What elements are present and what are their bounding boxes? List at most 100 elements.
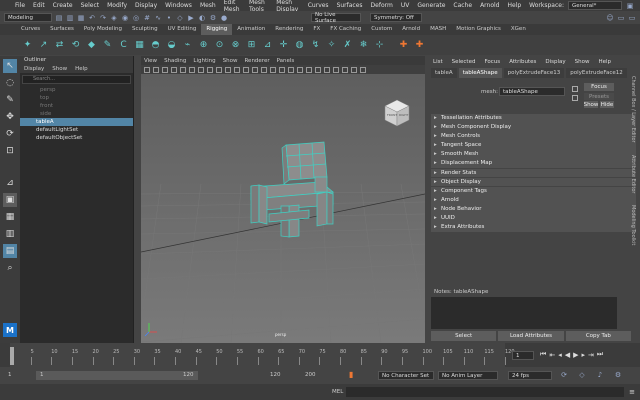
notes-area[interactable]: Notes: tableAShape	[431, 289, 617, 329]
textured-icon[interactable]	[270, 66, 276, 73]
attr-section[interactable]: Tangent Space	[431, 141, 636, 151]
zoom-icon[interactable]: ⌕	[3, 261, 17, 275]
outliner-item[interactable]: defaultObjectSet	[20, 134, 133, 142]
hide-button[interactable]: Hide	[600, 101, 614, 108]
step-back-key-icon[interactable]: ⇤	[549, 351, 555, 359]
key-icon[interactable]: ▮	[349, 370, 353, 379]
viewport-menu-renderer[interactable]: Renderer	[244, 58, 269, 64]
shelf-tab-surfaces[interactable]: Surfaces	[45, 24, 79, 35]
menu-help[interactable]: Help	[507, 2, 521, 9]
attr-menu-list[interactable]: List	[433, 59, 443, 65]
menu-uv[interactable]: UV	[401, 2, 410, 9]
goto-output-icon[interactable]	[572, 95, 578, 101]
isolate-icon[interactable]	[333, 66, 339, 73]
soft-mod-icon[interactable]: ✧	[326, 40, 337, 51]
loop-icon[interactable]: ⟳	[560, 371, 568, 379]
lights-icon[interactable]	[279, 66, 285, 73]
parent-constraint-icon[interactable]: ⊞	[246, 40, 257, 51]
snap-point-icon[interactable]: •	[165, 14, 173, 22]
resolution-gate-icon[interactable]	[198, 66, 204, 73]
time-slider[interactable]: 1510152025303540455055606570758085909510…	[0, 343, 640, 367]
anim-prefs-icon[interactable]: ⚙	[614, 371, 622, 379]
orient-constraint-icon[interactable]: ⊗	[230, 40, 241, 51]
menu-generate[interactable]: Generate	[417, 2, 445, 9]
attr-section[interactable]: Mesh Component Display	[431, 123, 636, 132]
menu-surfaces[interactable]: Surfaces	[337, 2, 363, 9]
attr-menu-help[interactable]: Help	[598, 59, 611, 65]
side-tab[interactable]: Modeling Toolkit	[630, 205, 636, 245]
quick-rig-icon[interactable]: ✚	[398, 40, 409, 51]
viewport-menu-view[interactable]: View	[144, 58, 157, 64]
outliner-item[interactable]: defaultLightSet	[20, 126, 133, 134]
goto-input-icon[interactable]	[572, 86, 578, 92]
four-view-icon[interactable]: ▦	[3, 210, 17, 224]
open-scene-icon[interactable]: ▥	[66, 14, 74, 22]
attr-tab[interactable]: polyExtrudeFace12	[566, 68, 627, 78]
outliner-item[interactable]: top	[20, 94, 133, 102]
shelf-tab-custom[interactable]: Custom	[366, 24, 397, 35]
toggle-panel-icon-2[interactable]: ▭	[628, 14, 636, 22]
mel-input[interactable]	[346, 387, 624, 397]
menu-cache[interactable]: Cache	[453, 2, 472, 9]
live-surface-dropdown[interactable]: No Live Surface	[311, 12, 361, 24]
attr-menu-show[interactable]: Show	[575, 59, 590, 65]
locator-icon[interactable]: ✛	[278, 40, 289, 51]
shelf-tab-sculpting[interactable]: Sculpting	[127, 24, 163, 35]
step-forward-icon[interactable]: ▸	[581, 351, 585, 359]
dof-icon[interactable]	[324, 66, 330, 73]
shelf-tab-mash[interactable]: MASH	[425, 24, 451, 35]
lattice-icon[interactable]: ▦	[134, 40, 145, 51]
range-slider[interactable]	[36, 371, 198, 380]
attr-section[interactable]: Extra Attributes	[431, 223, 636, 232]
delete-history-icon[interactable]: ✗	[342, 40, 353, 51]
wireframe-icon[interactable]	[243, 66, 249, 73]
snap-curve-icon[interactable]: ∿	[154, 14, 162, 22]
shelf-tab-rendering[interactable]: Rendering	[270, 24, 308, 35]
attr-section[interactable]: Arnold	[431, 195, 636, 205]
toggle-panel-icon[interactable]: ▭	[617, 14, 625, 22]
attr-section[interactable]: Displacement Map	[431, 159, 636, 169]
menu-deform[interactable]: Deform	[371, 2, 393, 9]
center-pivot-icon[interactable]: ⊹	[374, 40, 385, 51]
notes-field[interactable]	[431, 297, 617, 329]
presets-button[interactable]: Presets	[584, 93, 614, 100]
go-end-icon[interactable]: ⏭	[597, 350, 603, 359]
start-frame[interactable]: 1	[8, 372, 12, 378]
attr-section[interactable]: Render Stats	[431, 168, 636, 178]
film-gate-icon[interactable]	[189, 66, 195, 73]
shelf-tab-fx-caching[interactable]: FX Caching	[325, 24, 366, 35]
go-start-icon[interactable]: ⏮	[540, 350, 546, 359]
lasso-tool-icon[interactable]: ◌	[3, 76, 17, 90]
menu-modify[interactable]: Modify	[107, 2, 127, 9]
auto-key-icon[interactable]: ◇	[578, 371, 586, 379]
menu-windows[interactable]: Windows	[165, 2, 192, 9]
paint-weights-icon[interactable]: ✎	[102, 40, 113, 51]
attr-section[interactable]: Tessellation Attributes	[431, 114, 636, 123]
attr-section[interactable]: Smooth Mesh	[431, 150, 636, 160]
outliner-menu-help[interactable]: Help	[75, 66, 88, 72]
xray-icon[interactable]	[342, 66, 348, 73]
sign-in-icon[interactable]: ☺	[606, 14, 614, 22]
shadows-icon[interactable]	[288, 66, 294, 73]
menu-arnold[interactable]: Arnold	[480, 2, 499, 9]
attr-tab[interactable]: tableA	[431, 68, 457, 78]
mirror-joint-icon[interactable]: ⇄	[54, 40, 65, 51]
shelf-tab-rigging[interactable]: Rigging	[201, 24, 233, 35]
snap-grid-icon[interactable]: #	[143, 14, 151, 22]
wrap-icon[interactable]: ◒	[166, 40, 177, 51]
select-tool-icon[interactable]: ↖	[3, 59, 17, 73]
viewport-menu-show[interactable]: Show	[223, 58, 238, 64]
joint-tool-icon[interactable]: ✦	[22, 40, 33, 51]
play-back-icon[interactable]: ◀	[565, 351, 570, 359]
render-settings-icon[interactable]: ⚙	[209, 14, 217, 22]
select-button[interactable]: Select	[431, 331, 497, 341]
camera-icon[interactable]	[144, 66, 150, 73]
aa-icon[interactable]	[315, 66, 321, 73]
shelf-tab-fx[interactable]: FX	[308, 24, 325, 35]
xray-joints-icon[interactable]	[351, 66, 357, 73]
safe-action-icon[interactable]	[225, 66, 231, 73]
outliner-menu-show[interactable]: Show	[52, 66, 67, 72]
select-component-icon[interactable]: ◎	[132, 14, 140, 22]
current-frame-field[interactable]: 1	[512, 351, 534, 360]
bind-skin-icon[interactable]: ◆	[86, 40, 97, 51]
